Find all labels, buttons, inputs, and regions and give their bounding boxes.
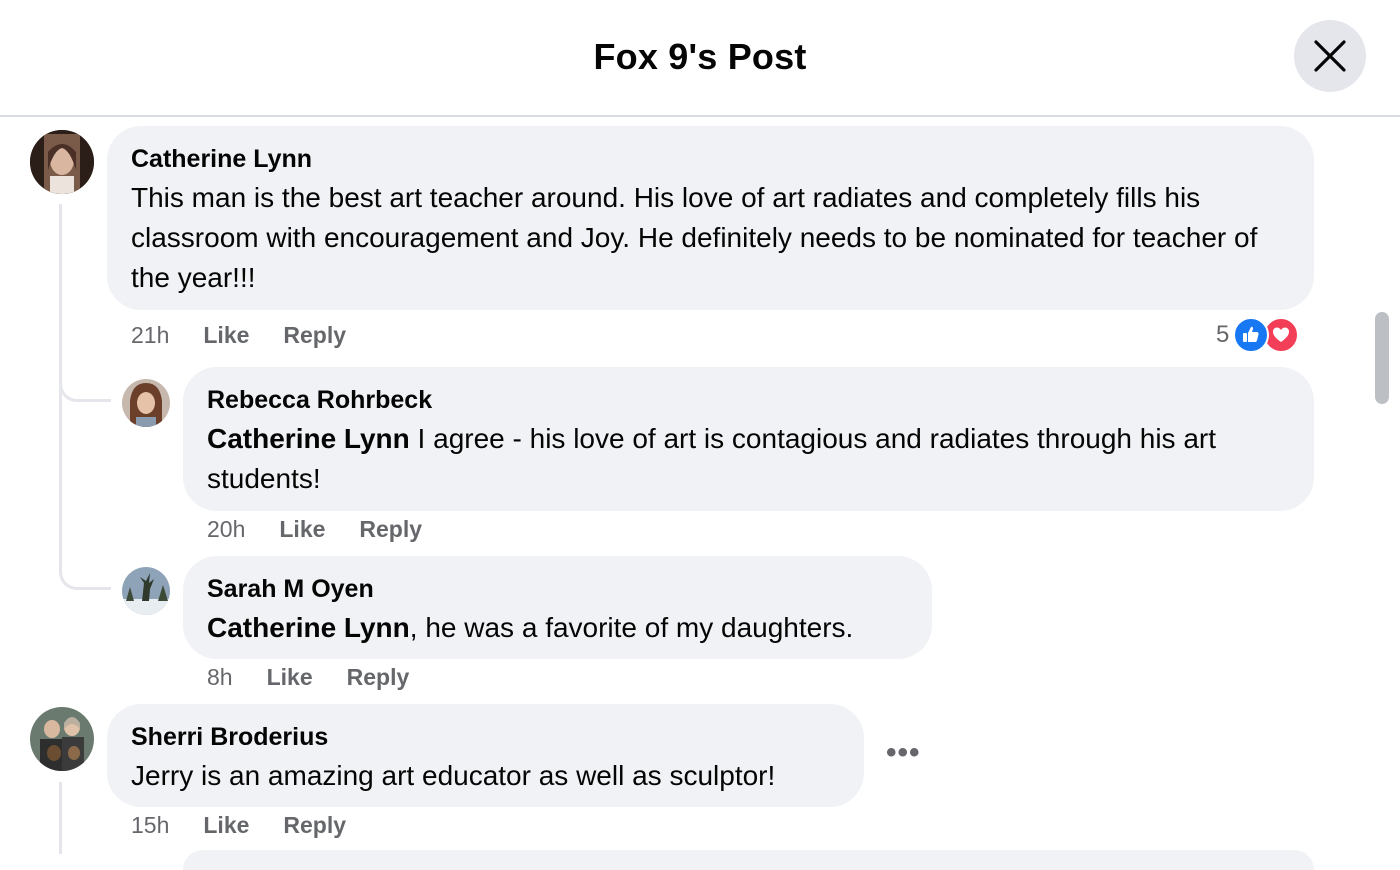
comment-actions: 15h Like Reply — [131, 812, 346, 839]
comment-text: Catherine Lynn, he was a favorite of my … — [207, 608, 908, 648]
like-button[interactable]: Like — [203, 812, 249, 839]
post-header: Fox 9's Post — [0, 0, 1400, 117]
avatar[interactable] — [122, 379, 170, 427]
reaction-summary[interactable]: 5 — [1216, 317, 1300, 353]
page-title: Fox 9's Post — [593, 36, 807, 77]
like-button[interactable]: Like — [267, 664, 313, 691]
reply-button[interactable]: Reply — [283, 322, 346, 349]
comment-actions: 20h Like Reply — [207, 516, 422, 543]
reply-button[interactable]: Reply — [283, 812, 346, 839]
thread-line — [59, 782, 62, 854]
avatar[interactable] — [30, 707, 94, 771]
comment-bubble: Catherine Lynn This man is the best art … — [107, 126, 1314, 310]
comment-author[interactable]: Sarah M Oyen — [207, 574, 908, 604]
like-button[interactable]: Like — [203, 322, 249, 349]
reaction-count: 5 — [1216, 321, 1230, 348]
close-icon — [1314, 40, 1346, 72]
like-icon — [1233, 317, 1270, 353]
more-options-icon[interactable]: ••• — [886, 736, 921, 770]
comment-actions: 8h Like Reply — [207, 664, 409, 691]
scrollbar-thumb[interactable] — [1375, 312, 1389, 404]
avatar-photo — [30, 130, 94, 194]
avatar-photo — [30, 707, 94, 771]
comment-time[interactable]: 8h — [207, 664, 233, 691]
comment-actions: 21h Like Reply — [131, 322, 346, 349]
reply-button[interactable]: Reply — [347, 664, 410, 691]
mention-link[interactable]: Catherine Lynn — [207, 423, 410, 454]
comment-bubble: Sarah M Oyen Catherine Lynn, he was a fa… — [183, 556, 932, 659]
like-button[interactable]: Like — [279, 516, 325, 543]
comment-author[interactable]: Sherri Broderius — [131, 722, 840, 752]
comment-author[interactable]: Catherine Lynn — [131, 144, 1290, 174]
mention-link[interactable]: Catherine Lynn — [207, 612, 410, 643]
thread-connector — [59, 400, 111, 590]
comment-bubble: Rebecca Rohrbeck Catherine Lynn I agree … — [183, 367, 1314, 511]
comment-body: , he was a favorite of my daughters. — [409, 612, 854, 643]
comment-text: This man is the best art teacher around.… — [131, 182, 1258, 293]
comment-time[interactable]: 21h — [131, 322, 169, 349]
comment-text: Jerry is an amazing art educator as well… — [131, 760, 776, 791]
next-comment-bubble-edge — [183, 850, 1314, 870]
thread-connector — [59, 360, 111, 402]
avatar[interactable] — [122, 567, 170, 615]
close-button[interactable] — [1294, 20, 1366, 92]
comment-author[interactable]: Rebecca Rohrbeck — [207, 385, 1290, 415]
comment-time[interactable]: 20h — [207, 516, 245, 543]
comment-bubble: Sherri Broderius Jerry is an amazing art… — [107, 704, 864, 807]
comment-text: Catherine Lynn I agree - his love of art… — [207, 419, 1290, 499]
reply-button[interactable]: Reply — [359, 516, 422, 543]
avatar-photo — [122, 379, 170, 427]
avatar-photo — [122, 567, 170, 615]
avatar[interactable] — [30, 130, 94, 194]
comment-time[interactable]: 15h — [131, 812, 169, 839]
